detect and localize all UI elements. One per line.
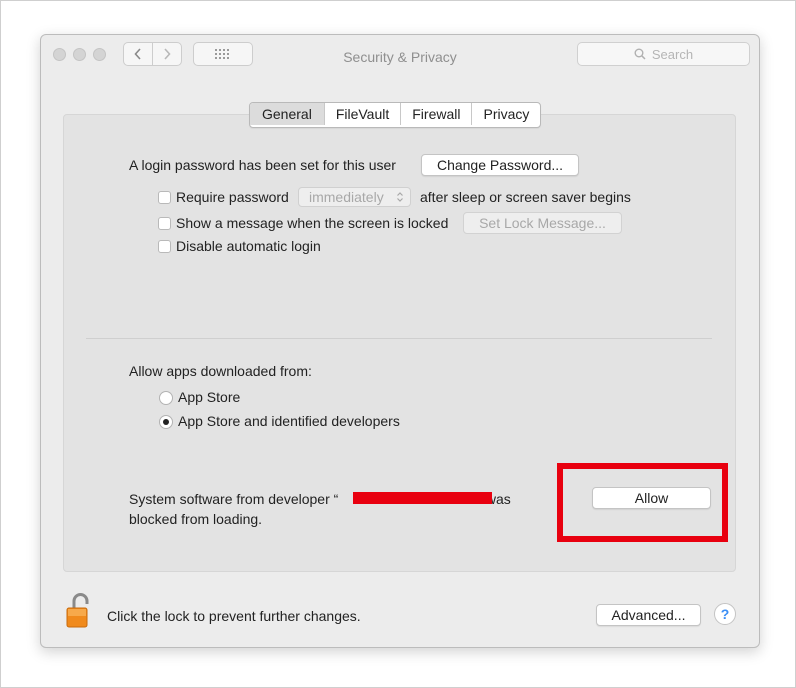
disable-auto-login-label: Disable automatic login <box>176 238 321 254</box>
login-password-text: A login password has been set for this u… <box>129 157 396 173</box>
security-privacy-window: Security & Privacy Search General FileVa… <box>40 34 760 648</box>
help-button[interactable]: ? <box>714 603 736 625</box>
radio-identified-developers[interactable] <box>159 415 173 429</box>
allow-button-highlight <box>557 463 728 542</box>
tab-privacy[interactable]: Privacy <box>471 103 540 125</box>
tab-bar: General FileVault Firewall Privacy <box>249 102 542 128</box>
redacted-developer-name <box>353 492 492 504</box>
tab-filevault[interactable]: FileVault <box>323 103 400 125</box>
after-sleep-text: after sleep or screen saver begins <box>420 189 631 205</box>
search-field[interactable]: Search <box>577 42 750 66</box>
allow-apps-heading: Allow apps downloaded from: <box>129 363 312 379</box>
radio-identified-developers-label: App Store and identified developers <box>178 413 400 429</box>
tab-firewall[interactable]: Firewall <box>400 103 471 125</box>
advanced-button[interactable]: Advanced... <box>596 604 701 626</box>
title-bar: Security & Privacy Search <box>41 35 759 79</box>
show-message-checkbox[interactable] <box>158 217 171 230</box>
require-password-delay-select[interactable]: immediately <box>298 187 411 207</box>
updown-chevron-icon <box>397 192 403 202</box>
lock-open-icon[interactable] <box>65 591 93 629</box>
show-message-label: Show a message when the screen is locked <box>176 215 449 231</box>
require-password-checkbox[interactable] <box>158 191 171 204</box>
require-password-label: Require password <box>176 189 289 205</box>
blocked-prefix: System software from developer “ <box>129 491 339 507</box>
search-icon <box>634 48 646 60</box>
disable-auto-login-checkbox[interactable] <box>158 240 171 253</box>
set-lock-message-button[interactable]: Set Lock Message... <box>463 212 622 234</box>
change-password-button[interactable]: Change Password... <box>421 154 579 176</box>
search-placeholder: Search <box>651 46 694 62</box>
require-password-delay-value: immediately <box>309 189 384 205</box>
tab-general[interactable]: General <box>250 103 324 125</box>
radio-app-store-label: App Store <box>178 389 241 405</box>
section-divider <box>86 338 712 339</box>
blocked-software-line2: blocked from loading. <box>129 511 263 527</box>
lock-text: Click the lock to prevent further change… <box>107 608 361 624</box>
radio-app-store[interactable] <box>159 391 173 405</box>
